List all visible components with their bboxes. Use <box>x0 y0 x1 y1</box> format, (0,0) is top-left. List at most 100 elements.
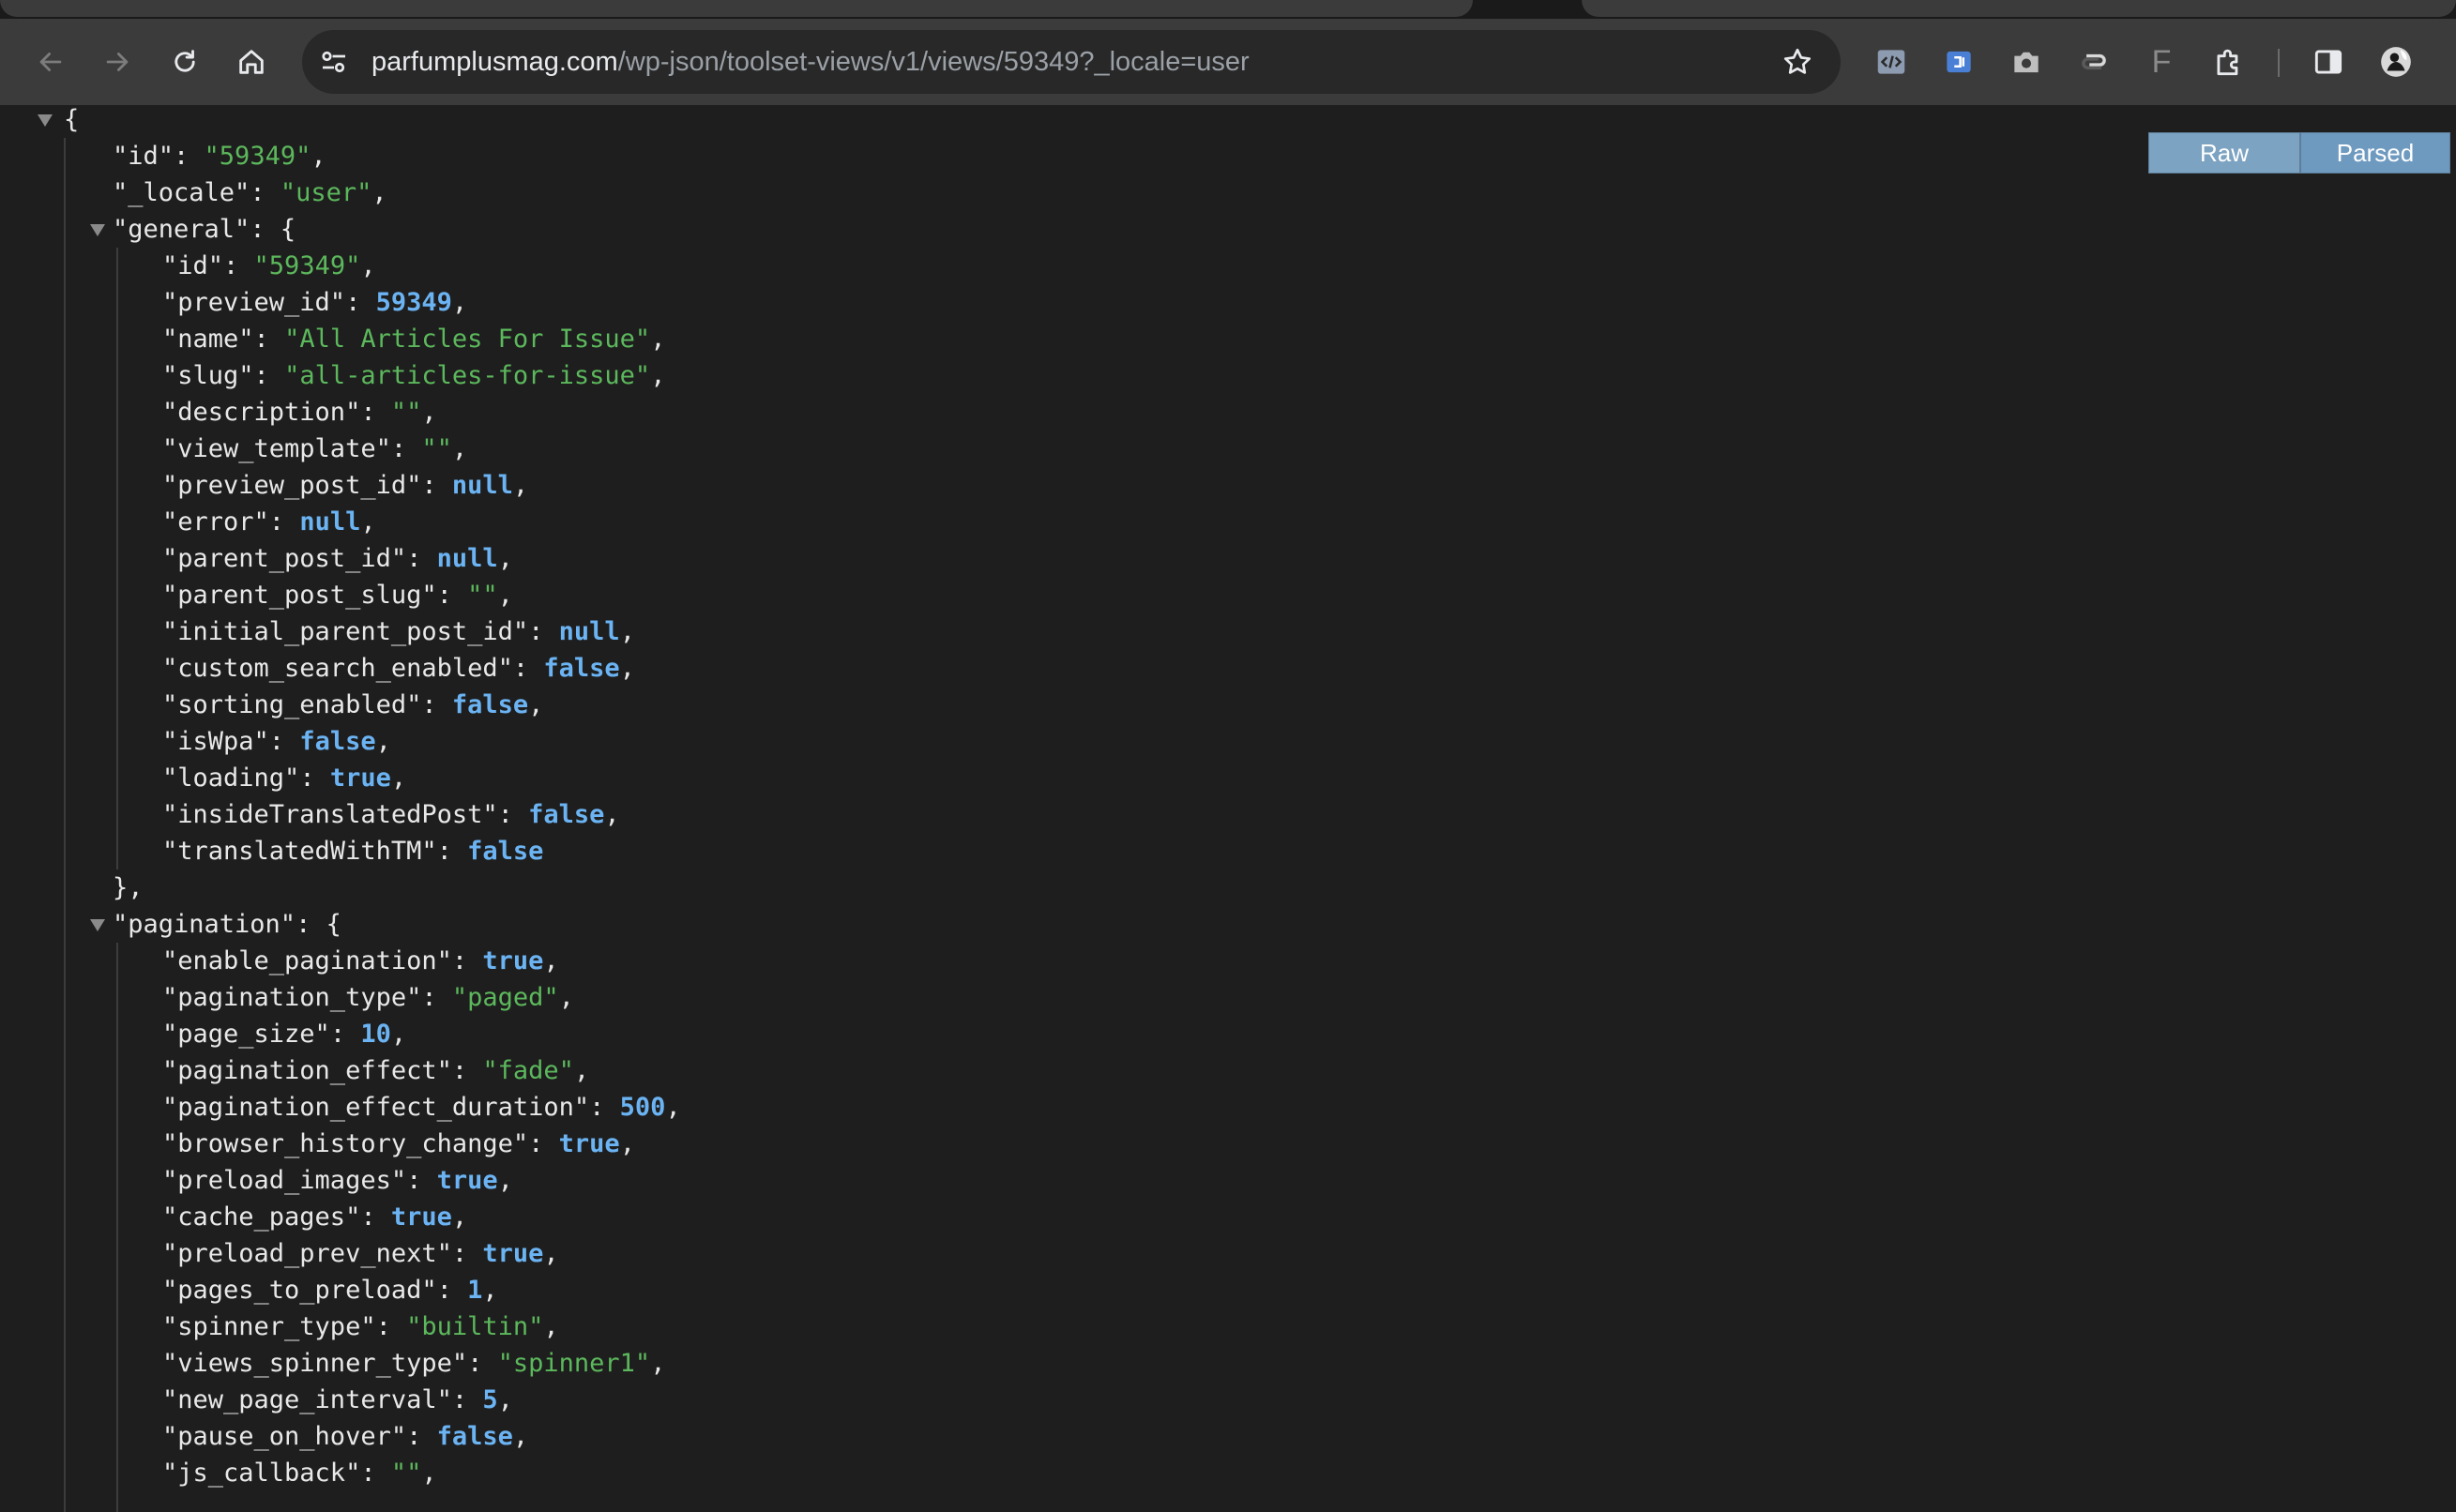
json-line: "name": "All Articles For Issue", <box>162 321 665 357</box>
json-key: "preload_images" <box>162 1166 407 1195</box>
json-value: false <box>528 800 605 829</box>
json-punctuation: : <box>360 398 391 427</box>
json-punctuation: : <box>406 1166 437 1195</box>
back-button[interactable] <box>32 43 69 81</box>
json-punctuation: : <box>375 1312 407 1341</box>
reload-button[interactable] <box>166 43 204 81</box>
json-line: "general": { <box>113 211 296 248</box>
json-punctuation: , <box>375 727 391 756</box>
json-value: "All Articles For Issue" <box>284 325 651 354</box>
json-punctuation: : <box>451 1239 483 1268</box>
json-key: "translatedWithTM" <box>162 837 437 866</box>
json-value: true <box>436 1166 498 1195</box>
json-line: "parent_post_slug": "", <box>162 577 513 613</box>
json-punctuation: , <box>497 544 513 573</box>
font-ext-icon: F <box>2151 43 2172 80</box>
json-line: "new_page_interval": 5, <box>162 1382 513 1418</box>
json-value: false <box>543 654 620 683</box>
json-value: "" <box>390 398 422 427</box>
collapse-toggle-icon[interactable] <box>90 919 105 931</box>
sidepanel-icon <box>2314 50 2342 74</box>
json-value: "user" <box>280 178 372 207</box>
json-punctuation: : <box>390 434 422 463</box>
json-punctuation: : <box>436 581 468 610</box>
home-button[interactable] <box>233 43 270 81</box>
json-line: "spinner_type": "builtin", <box>162 1308 559 1345</box>
bookmark-star-icon[interactable] <box>1781 45 1814 79</box>
collapse-toggle-icon[interactable] <box>38 114 53 127</box>
json-line: "view_template": "", <box>162 431 467 467</box>
json-punctuation: , <box>528 690 544 719</box>
address-bar[interactable]: parfumplusmag.com/wp-json/toolset-views/… <box>302 30 1841 94</box>
json-punctuation: : <box>451 1385 483 1414</box>
json-key: "page_size" <box>162 1020 330 1049</box>
json-key: "pagination_effect_duration" <box>162 1093 590 1122</box>
raw-toggle-button[interactable]: Raw <box>2148 132 2300 174</box>
json-punctuation: : <box>299 764 330 793</box>
code-view-button[interactable] <box>1871 41 1912 83</box>
side-panel-button[interactable] <box>2308 41 2349 83</box>
profile-button[interactable] <box>2375 41 2417 83</box>
json-punctuation: : <box>497 800 529 829</box>
json-line: "preload_images": true, <box>162 1162 513 1199</box>
json-punctuation: , <box>390 1020 407 1049</box>
profile-avatar-icon <box>2381 47 2411 77</box>
json-line: { <box>64 101 79 138</box>
site-info-icon[interactable] <box>317 45 351 79</box>
json-punctuation: : <box>406 1422 437 1451</box>
json-key: "initial_parent_post_id" <box>162 617 529 646</box>
screenshot-extension-button[interactable] <box>2006 41 2047 83</box>
extensions-menu-button[interactable] <box>2208 41 2250 83</box>
tab[interactable] <box>0 0 1473 17</box>
json-punctuation: : <box>451 1056 483 1085</box>
json-punctuation: : <box>451 946 483 975</box>
url-text[interactable]: parfumplusmag.com/wp-json/toolset-views/… <box>371 30 1250 94</box>
json-value: null <box>451 471 513 500</box>
json-key: "pagination_type" <box>162 983 422 1012</box>
json-line: "page_size": 10, <box>162 1016 406 1052</box>
json-value: true <box>558 1129 620 1158</box>
collapse-toggle-icon[interactable] <box>90 224 105 236</box>
json-document: {"id": "59349", "_locale": "user", "genera… <box>0 105 2064 1512</box>
tab[interactable] <box>1582 0 2456 17</box>
json-punctuation: , <box>619 654 635 683</box>
json-value: null <box>436 544 498 573</box>
sync-extension-button[interactable] <box>2073 41 2115 83</box>
json-punctuation: , <box>360 251 376 280</box>
json-punctuation: : <box>250 178 280 207</box>
json-line: "sorting_enabled": false, <box>162 687 543 723</box>
parsed-toggle-button[interactable]: Parsed <box>2300 132 2450 174</box>
json-punctuation: , <box>650 325 666 354</box>
json-key: "pagination" <box>113 910 296 939</box>
font-extension-button[interactable]: F <box>2141 41 2182 83</box>
json-line: "id": "59349", <box>113 138 326 174</box>
json-line: "js_callback": "", <box>162 1455 437 1491</box>
json-line: "pause_on_hover": false, <box>162 1418 528 1455</box>
json-punctuation: , <box>573 1056 590 1085</box>
url-host: parfumplusmag.com <box>371 47 618 77</box>
forward-button[interactable] <box>99 43 136 81</box>
json-value: "builtin" <box>406 1312 544 1341</box>
json-line: "custom_search_enabled": false, <box>162 650 635 687</box>
json-punctuation: : <box>360 1459 391 1488</box>
json-punctuation: : { <box>296 910 341 939</box>
json-line: "pagination_effect_duration": 500, <box>162 1089 681 1126</box>
json-key: "sorting_enabled" <box>162 690 422 719</box>
json-value: 5 <box>482 1385 498 1414</box>
sync-ext-icon <box>2082 53 2106 70</box>
json-punctuation: : <box>360 1202 391 1232</box>
json-key: "new_page_interval" <box>162 1385 452 1414</box>
json-key: "description" <box>162 398 361 427</box>
json-key: "id" <box>113 142 174 171</box>
json-punctuation: , <box>421 1459 437 1488</box>
translate-extension-button[interactable] <box>1938 41 1979 83</box>
code-view-icon <box>1877 50 1905 74</box>
json-punctuation: : <box>421 471 452 500</box>
reload-icon <box>174 50 195 72</box>
json-punctuation: , <box>482 1276 498 1305</box>
json-line: "pagination_effect": "fade", <box>162 1052 589 1089</box>
json-value: false <box>436 1422 513 1451</box>
json-value: false <box>467 837 544 866</box>
indent-guide <box>64 138 66 1512</box>
json-punctuation: , <box>619 617 635 646</box>
